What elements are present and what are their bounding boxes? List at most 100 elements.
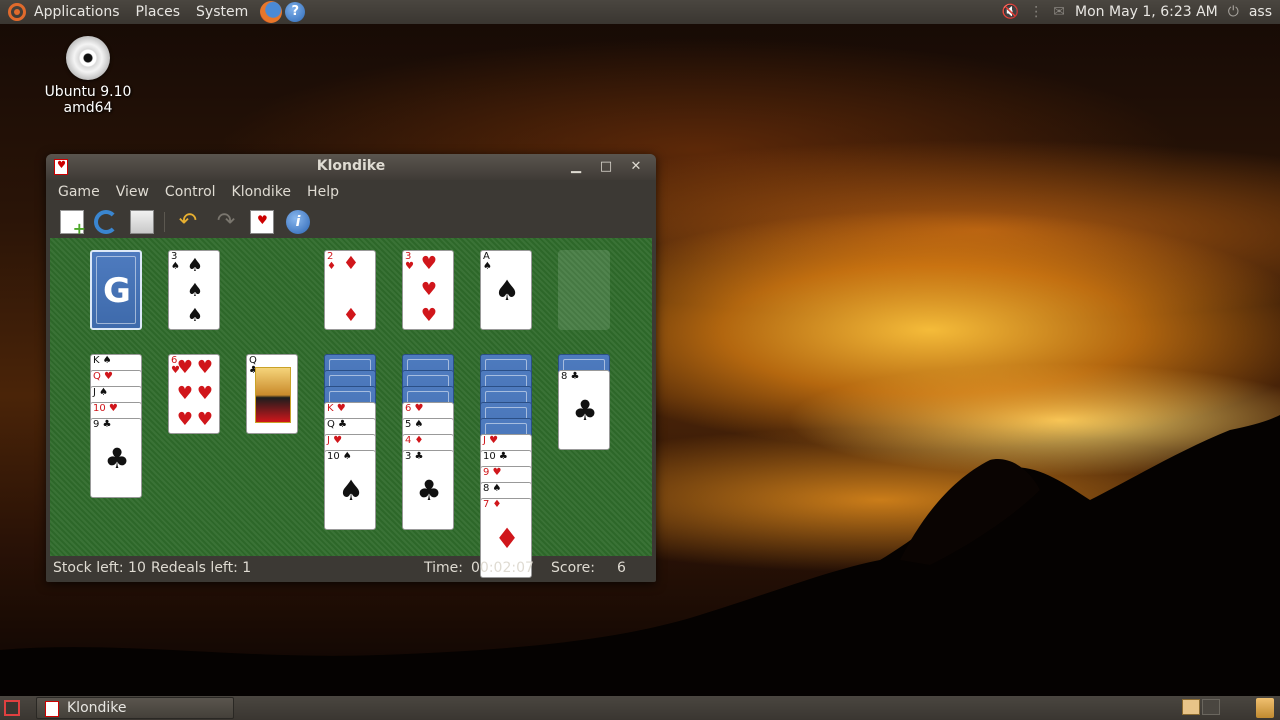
network-icon[interactable]: ⋮ [1029,4,1043,20]
card-index: J ♥ [327,435,343,446]
workspace-2[interactable] [1202,699,1220,715]
card-pip: ♠ [494,274,520,307]
card-pip: ♣ [572,394,598,427]
menu-view[interactable]: View [108,184,157,200]
card-index: 6 ♥ [405,403,424,414]
places-menu[interactable]: Places [128,0,189,24]
menu-control[interactable]: Control [157,184,224,200]
card-index: J ♠ [93,387,109,398]
card-pip: ♥ [420,279,438,300]
stock-left: Stock left: 10 [53,560,146,576]
foundation-4-empty[interactable] [558,250,610,330]
window-title: Klondike [316,158,386,174]
card-pip: ♥ [420,305,438,326]
tableau-card[interactable]: 8 ♣ ♣ [558,370,610,450]
card-index: Q ♥ [93,371,114,382]
cd-icon [66,36,110,80]
card-index: 3 ♣ [405,451,424,462]
help-icon[interactable]: ? [285,2,306,22]
card-pip: ♥ [196,409,214,430]
foundation-3[interactable]: A ♠ ♠ [480,250,532,330]
desktop-icon-label: Ubuntu 9.10 amd64 [44,84,132,116]
maximize-button[interactable]: □ [596,157,616,177]
window-menubar: Game View Control Klondike Help [46,180,656,204]
applications-menu[interactable]: Applications [26,0,128,24]
desktop-icon-cd[interactable]: Ubuntu 9.10 amd64 [20,36,156,116]
card-index: 7 ♦ [483,499,502,510]
power-icon[interactable]: ⏻ [1228,4,1239,20]
card-index: 5 ♠ [405,419,424,430]
time-value: 00:02:07 [471,560,534,576]
undo-icon[interactable]: ↶ [176,210,200,234]
card-index: 8 ♠ [483,483,502,494]
klondike-window: Klondike ▁ □ ✕ Game View Control Klondik… [46,154,656,582]
card-pip: ♠ [186,280,204,301]
taskbar-label: Klondike [67,700,127,716]
foundation-1[interactable]: 2 ♦ ♦ ♦ [324,250,376,330]
system-menu[interactable]: System [188,0,256,24]
card-index: 9 ♣ [93,419,112,430]
time-label: Time: [424,560,463,576]
restart-icon[interactable] [94,210,118,234]
foundation-2[interactable]: 3 ♥ ♥ ♥ ♥ [402,250,454,330]
close-button[interactable]: ✕ [626,157,646,177]
tableau-card[interactable]: 3 ♣ ♣ [402,450,454,530]
game-table[interactable]: G 3 ♠ ♠ ♠ ♠ 2 ♦ ♦ ♦ 3 ♥ ♥ ♥ ♥ A ♠ ♠ K ♠ Q ♥ J … [50,238,652,578]
card-pip: ♠ [338,474,364,507]
menu-help[interactable]: Help [299,184,347,200]
menu-game[interactable]: Game [46,184,108,200]
waste-card[interactable]: 3 ♠ ♠ ♠ ♠ [168,250,220,330]
gnome-foot-icon: G [103,271,131,311]
card-pip: ♣ [416,474,442,507]
redeals-left: Redeals left: 1 [151,560,252,576]
user-name[interactable]: ass [1249,4,1272,20]
info-icon[interactable]: i [286,210,310,234]
taskbar-klondike-button[interactable]: Klondike [36,697,234,719]
menu-klondike[interactable]: Klondike [224,184,300,200]
card-index: 10 ♠ [327,451,352,462]
mail-icon[interactable]: ✉ [1053,4,1065,20]
tableau-2-card[interactable]: 6 ♥ ♥ ♥ ♥ ♥ ♥ ♥ [168,354,220,434]
trash-icon[interactable] [1256,698,1274,718]
minimize-button[interactable]: ▁ [566,157,586,177]
stock-pile[interactable]: G [90,250,142,330]
card-pip: ♠ [186,305,204,326]
card-index: 9 ♥ [483,467,502,478]
bottom-panel: Klondike [0,696,1280,720]
card-index: K ♠ [93,355,112,366]
card-pip: ♠ [186,255,204,276]
show-desktop-icon[interactable] [4,700,20,716]
redo-icon[interactable]: ↷ [214,210,238,234]
top-panel: Applications Places System ? 🔇 ⋮ ✉ Mon M… [0,0,1280,24]
card-pip: ♥ [420,253,438,274]
window-statusbar: Stock left: 10 Redeals left: 1 Time: 00:… [46,556,656,582]
deal-icon[interactable] [250,210,274,234]
card-index: Q ♣ [327,419,348,430]
new-game-icon[interactable] [60,210,86,238]
card-suit: ♠ [483,261,492,272]
workspace-1[interactable] [1182,699,1200,715]
firefox-icon[interactable] [260,1,283,23]
queen-face-image [255,367,291,423]
card-index: 4 ♦ [405,435,424,446]
window-titlebar[interactable]: Klondike ▁ □ ✕ [46,154,656,180]
card-pip: ♣ [104,442,130,475]
ubuntu-logo-icon[interactable] [8,3,26,21]
card-index: 8 ♣ [561,371,580,382]
system-tray: 🔇 ⋮ ✉ Mon May 1, 6:23 AM ⏻ ass [1002,4,1280,20]
clock[interactable]: Mon May 1, 6:23 AM [1075,4,1218,20]
toolbar-separator [164,212,165,232]
tableau-card[interactable]: 9 ♣ ♣ [90,418,142,498]
card-index: K ♥ [327,403,346,414]
card-index: J ♥ [483,435,499,446]
klondike-task-icon [45,701,59,717]
score-label: Score: [551,560,595,576]
card-pip: ♦ [494,522,520,555]
card-pip: ♦ [342,305,360,326]
tableau-card[interactable]: 10 ♠ ♠ [324,450,376,530]
card-index: 10 ♣ [483,451,508,462]
hint-icon[interactable] [130,210,154,234]
card-pip: ♥ [196,357,214,378]
tableau-3-card[interactable]: Q ♣ [246,354,298,434]
volume-icon[interactable]: 🔇 [1002,4,1019,20]
